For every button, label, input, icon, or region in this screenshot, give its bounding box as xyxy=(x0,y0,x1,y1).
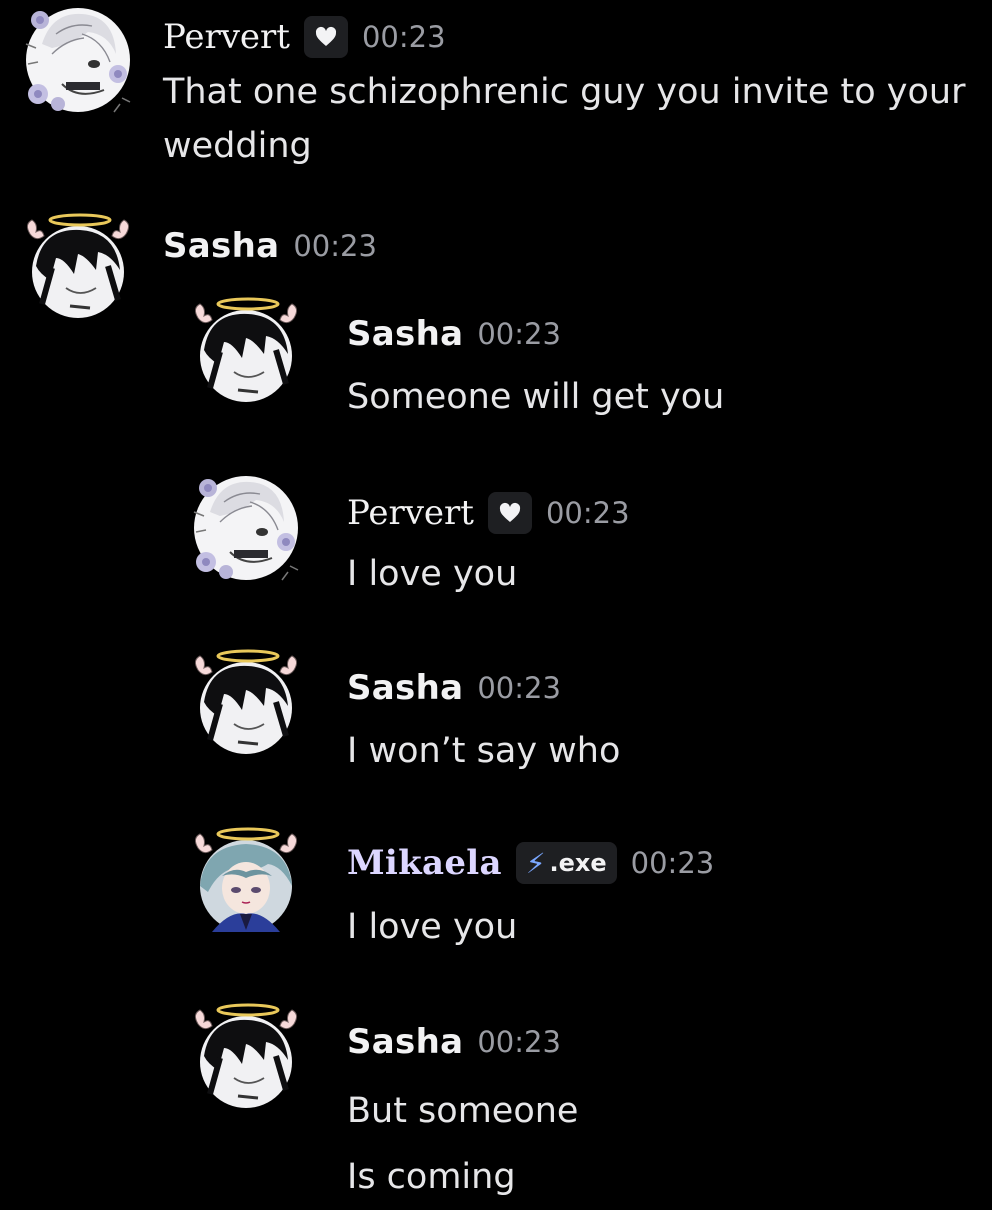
username[interactable]: Sasha xyxy=(347,314,463,354)
message-line: Is coming xyxy=(347,1157,516,1197)
timestamp: 00:23 xyxy=(545,496,630,530)
heart-badge-icon[interactable] xyxy=(487,492,532,534)
message-line: wedding xyxy=(163,126,312,166)
username[interactable]: Sasha xyxy=(347,1022,463,1062)
mikaela-avatar[interactable] xyxy=(190,822,302,934)
message-line: Someone will get you xyxy=(347,377,725,417)
pervert-avatar[interactable] xyxy=(22,4,134,116)
timestamp: 00:23 xyxy=(477,671,561,705)
message-text: But someone Is coming xyxy=(347,1078,578,1210)
timestamp: 00:23 xyxy=(293,229,377,263)
message-line: I love you xyxy=(347,554,518,594)
message-line: That one schizophrenic guy you invite to… xyxy=(163,72,966,112)
message-line: But someone xyxy=(347,1091,579,1131)
message-text: I won’t say who xyxy=(347,724,620,778)
heart-badge-icon[interactable] xyxy=(303,16,348,58)
message-text: Someone will get you xyxy=(347,370,724,424)
timestamp: 00:23 xyxy=(477,317,561,351)
username[interactable]: Sasha xyxy=(347,668,463,708)
username[interactable]: Pervert xyxy=(163,17,290,57)
message-line: I love you xyxy=(347,907,518,947)
timestamp: 00:23 xyxy=(477,1025,561,1059)
message-text: I love you xyxy=(347,547,517,601)
timestamp: 00:23 xyxy=(361,20,446,54)
message-line: I won’t say who xyxy=(347,731,621,771)
pervert-avatar[interactable] xyxy=(190,472,302,584)
message-text: That one schizophrenic guy you invite to… xyxy=(163,65,965,173)
sasha-avatar[interactable] xyxy=(190,292,302,404)
server-tag-label: .exe xyxy=(549,849,607,877)
message-text: I love you xyxy=(347,900,517,954)
timestamp: 00:23 xyxy=(630,846,715,880)
username[interactable]: Sasha xyxy=(163,226,279,266)
username[interactable]: Pervert xyxy=(347,493,474,533)
sasha-avatar[interactable] xyxy=(22,208,134,320)
lightning-bolt-icon: ⚡ xyxy=(525,846,546,880)
username[interactable]: Mikaela xyxy=(347,843,502,883)
server-tag-badge[interactable]: ⚡ .exe xyxy=(515,842,617,884)
sasha-avatar[interactable] xyxy=(190,998,302,1110)
sasha-avatar[interactable] xyxy=(190,644,302,756)
